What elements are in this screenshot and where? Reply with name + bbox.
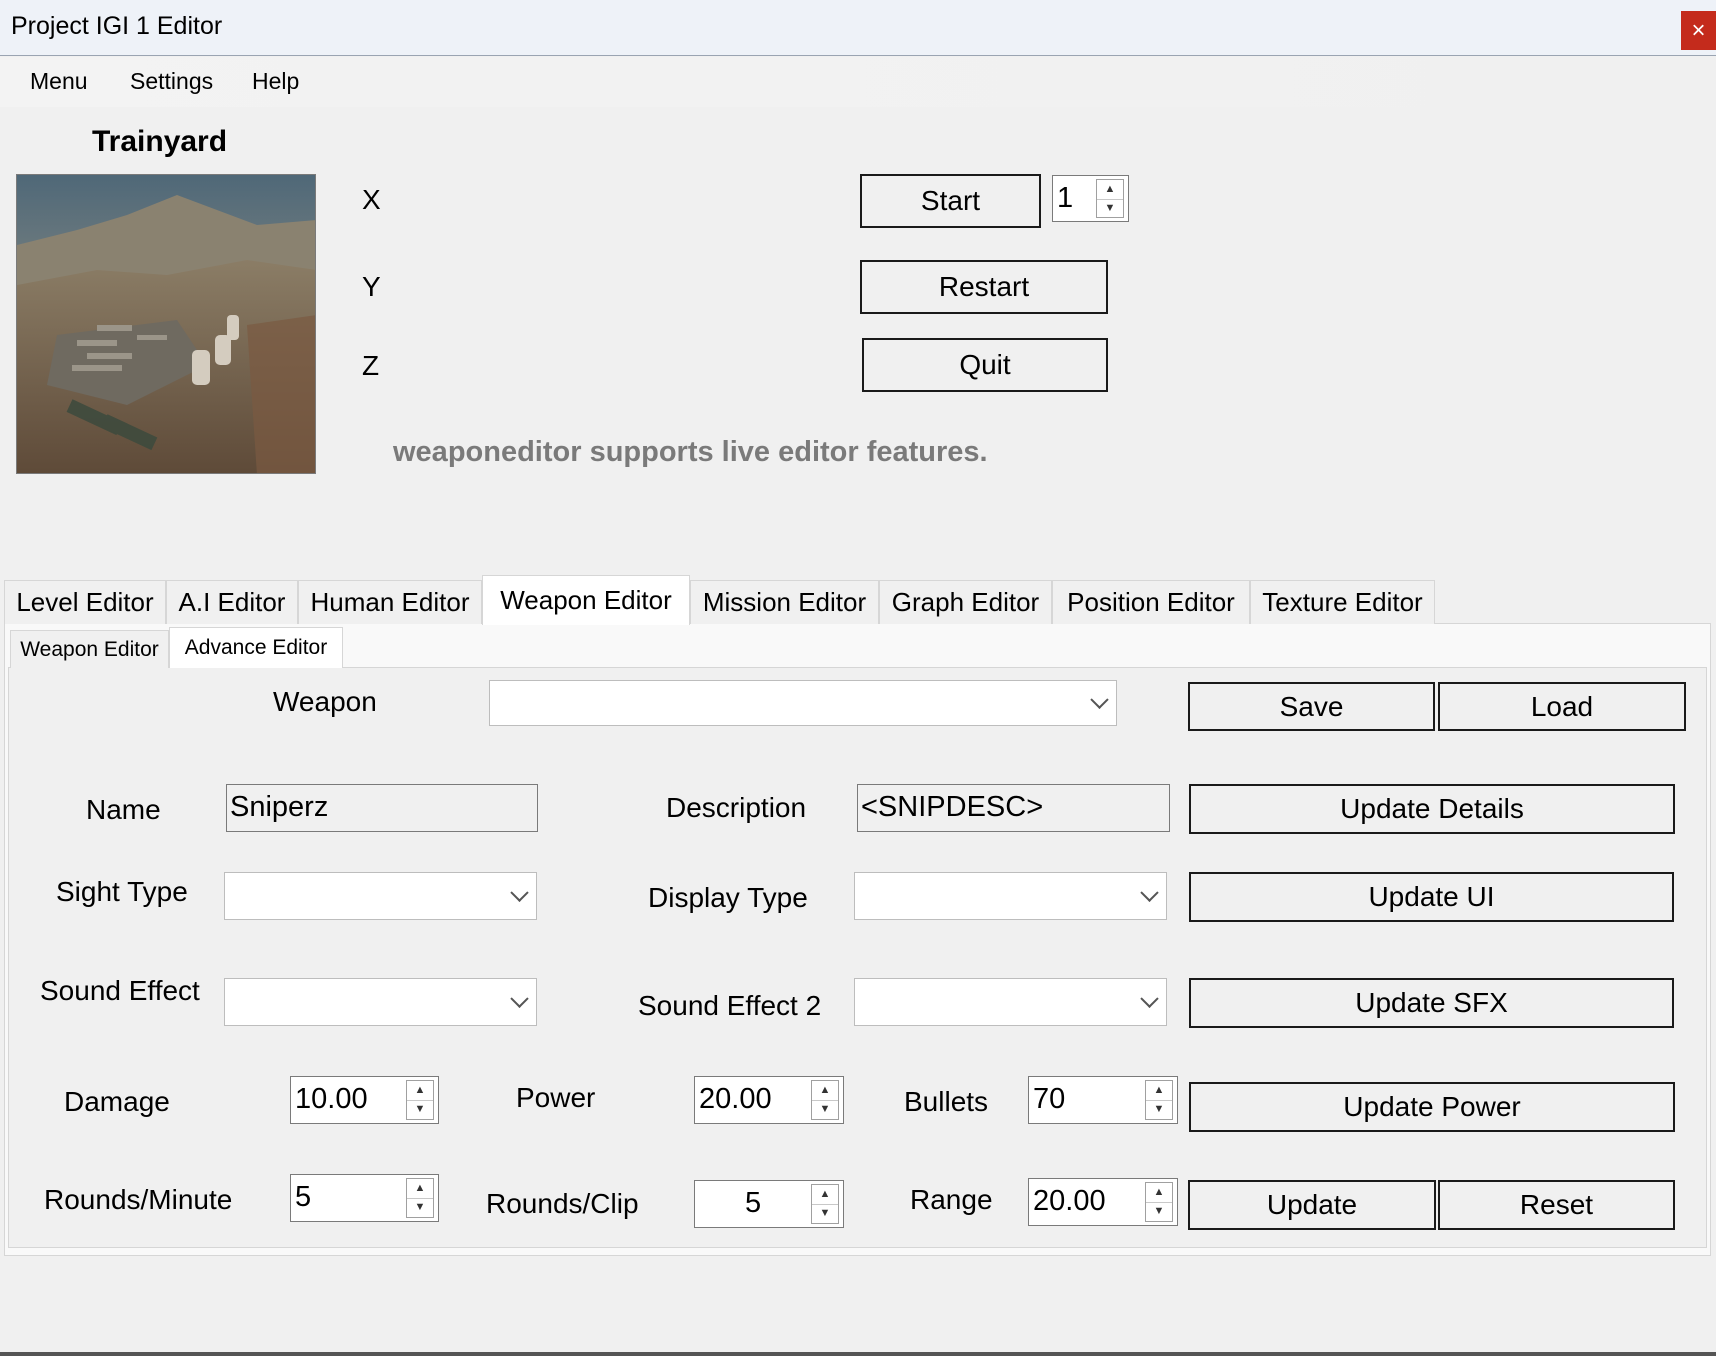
- start-button[interactable]: Start: [860, 174, 1041, 228]
- tab-level-editor[interactable]: Level Editor: [4, 580, 166, 624]
- quit-button[interactable]: Quit: [862, 338, 1108, 392]
- tab-graph-editor[interactable]: Graph Editor: [879, 580, 1052, 624]
- z-label: Z: [362, 350, 380, 381]
- bullets-spinner[interactable]: 70 ▲ ▼: [1028, 1076, 1178, 1124]
- range-label: Range: [910, 1184, 993, 1215]
- sight-type-label: Sight Type: [56, 876, 188, 907]
- level-thumbnail: [16, 174, 316, 474]
- sound-effect-2-label: Sound Effect 2: [638, 990, 822, 1021]
- sight-type-select[interactable]: [224, 872, 537, 920]
- spin-up-icon[interactable]: ▲: [407, 1081, 433, 1101]
- chevron-down-icon: [510, 883, 529, 902]
- spin-up-icon[interactable]: ▲: [1146, 1183, 1172, 1203]
- damage-spinner[interactable]: 10.00 ▲ ▼: [290, 1076, 439, 1124]
- tab-human-editor[interactable]: Human Editor: [298, 580, 482, 624]
- window-bottom-border: [0, 1352, 1716, 1356]
- rounds-per-clip-label: Rounds/Clip: [486, 1188, 639, 1219]
- window-title: Project IGI 1 Editor: [11, 12, 223, 40]
- spin-up-icon[interactable]: ▲: [1146, 1081, 1172, 1101]
- weapon-label: Weapon: [273, 686, 377, 717]
- update-power-button[interactable]: Update Power: [1189, 1082, 1675, 1132]
- description-field[interactable]: <SNIPDESC>: [857, 784, 1170, 832]
- name-label: Name: [86, 794, 161, 825]
- bullets-label: Bullets: [904, 1086, 989, 1117]
- tab-weapon-editor[interactable]: Weapon Editor: [482, 575, 690, 625]
- level-number-spinner[interactable]: 1 ▲ ▼: [1052, 175, 1129, 222]
- spin-down-icon[interactable]: ▼: [1146, 1202, 1172, 1221]
- range-value: 20.00: [1033, 1185, 1106, 1217]
- range-spinner[interactable]: 20.00 ▲ ▼: [1028, 1178, 1178, 1226]
- rounds-per-clip-value: 5: [745, 1187, 762, 1219]
- save-button[interactable]: Save: [1188, 682, 1435, 731]
- spin-down-icon[interactable]: ▼: [407, 1198, 433, 1217]
- spin-up-icon[interactable]: ▲: [1097, 180, 1123, 200]
- reset-button[interactable]: Reset: [1438, 1180, 1675, 1230]
- name-field[interactable]: Sniperz: [226, 784, 538, 832]
- spin-down-icon[interactable]: ▼: [812, 1204, 838, 1223]
- display-type-label: Display Type: [648, 882, 808, 913]
- sound-effect-select[interactable]: [224, 978, 537, 1026]
- spin-down-icon[interactable]: ▼: [1146, 1100, 1172, 1119]
- damage-label: Damage: [64, 1086, 170, 1117]
- rounds-per-clip-spinner[interactable]: 5 ▲ ▼: [694, 1180, 844, 1228]
- rounds-per-minute-spinner[interactable]: 5 ▲ ▼: [290, 1174, 439, 1222]
- advance-editor-panel: [8, 667, 1707, 1248]
- level-number-value: 1: [1057, 182, 1074, 214]
- y-label: Y: [362, 271, 381, 302]
- display-type-select[interactable]: [854, 872, 1167, 920]
- description-label: Description: [666, 792, 807, 823]
- update-details-button[interactable]: Update Details: [1189, 784, 1675, 834]
- x-label: X: [362, 184, 381, 215]
- menu-help[interactable]: Help: [252, 68, 299, 95]
- menu-settings[interactable]: Settings: [130, 68, 213, 95]
- power-value: 20.00: [699, 1083, 772, 1115]
- power-spinner[interactable]: 20.00 ▲ ▼: [694, 1076, 844, 1124]
- chevron-down-icon: [1140, 883, 1159, 902]
- tab-texture-editor[interactable]: Texture Editor: [1250, 580, 1435, 624]
- subtab-advance-editor[interactable]: Advance Editor: [169, 627, 343, 668]
- update-button[interactable]: Update: [1188, 1180, 1436, 1230]
- title-bar: [0, 0, 1716, 56]
- load-button[interactable]: Load: [1438, 682, 1686, 731]
- spin-down-icon[interactable]: ▼: [407, 1100, 433, 1119]
- weapon-select[interactable]: [489, 680, 1117, 726]
- power-label: Power: [516, 1082, 596, 1113]
- close-button[interactable]: ×: [1681, 11, 1716, 50]
- spin-up-icon[interactable]: ▲: [812, 1081, 838, 1101]
- bullets-value: 70: [1033, 1083, 1066, 1115]
- update-sfx-button[interactable]: Update SFX: [1189, 978, 1674, 1028]
- chevron-down-icon: [510, 989, 529, 1008]
- update-ui-button[interactable]: Update UI: [1189, 872, 1674, 922]
- chevron-down-icon: [1140, 989, 1159, 1008]
- spin-up-icon[interactable]: ▲: [812, 1185, 838, 1205]
- damage-value: 10.00: [295, 1083, 368, 1115]
- spin-down-icon[interactable]: ▼: [1097, 199, 1123, 218]
- tab-mission-editor[interactable]: Mission Editor: [690, 580, 879, 624]
- rounds-per-minute-label: Rounds/Minute: [44, 1184, 233, 1215]
- status-message: weaponeditor supports live editor featur…: [393, 436, 988, 468]
- chevron-down-icon: [1090, 690, 1109, 709]
- rounds-per-minute-value: 5: [295, 1181, 312, 1213]
- menu-menu[interactable]: Menu: [30, 68, 88, 95]
- subtab-weapon-editor[interactable]: Weapon Editor: [10, 630, 169, 668]
- spin-up-icon[interactable]: ▲: [407, 1179, 433, 1199]
- level-name: Trainyard: [92, 125, 228, 158]
- tab-ai-editor[interactable]: A.I Editor: [166, 580, 298, 624]
- tab-position-editor[interactable]: Position Editor: [1052, 580, 1250, 624]
- sound-effect-label: Sound Effect: [40, 975, 200, 1006]
- spin-down-icon[interactable]: ▼: [812, 1100, 838, 1119]
- restart-button[interactable]: Restart: [860, 260, 1108, 314]
- sound-effect-2-select[interactable]: [854, 978, 1167, 1026]
